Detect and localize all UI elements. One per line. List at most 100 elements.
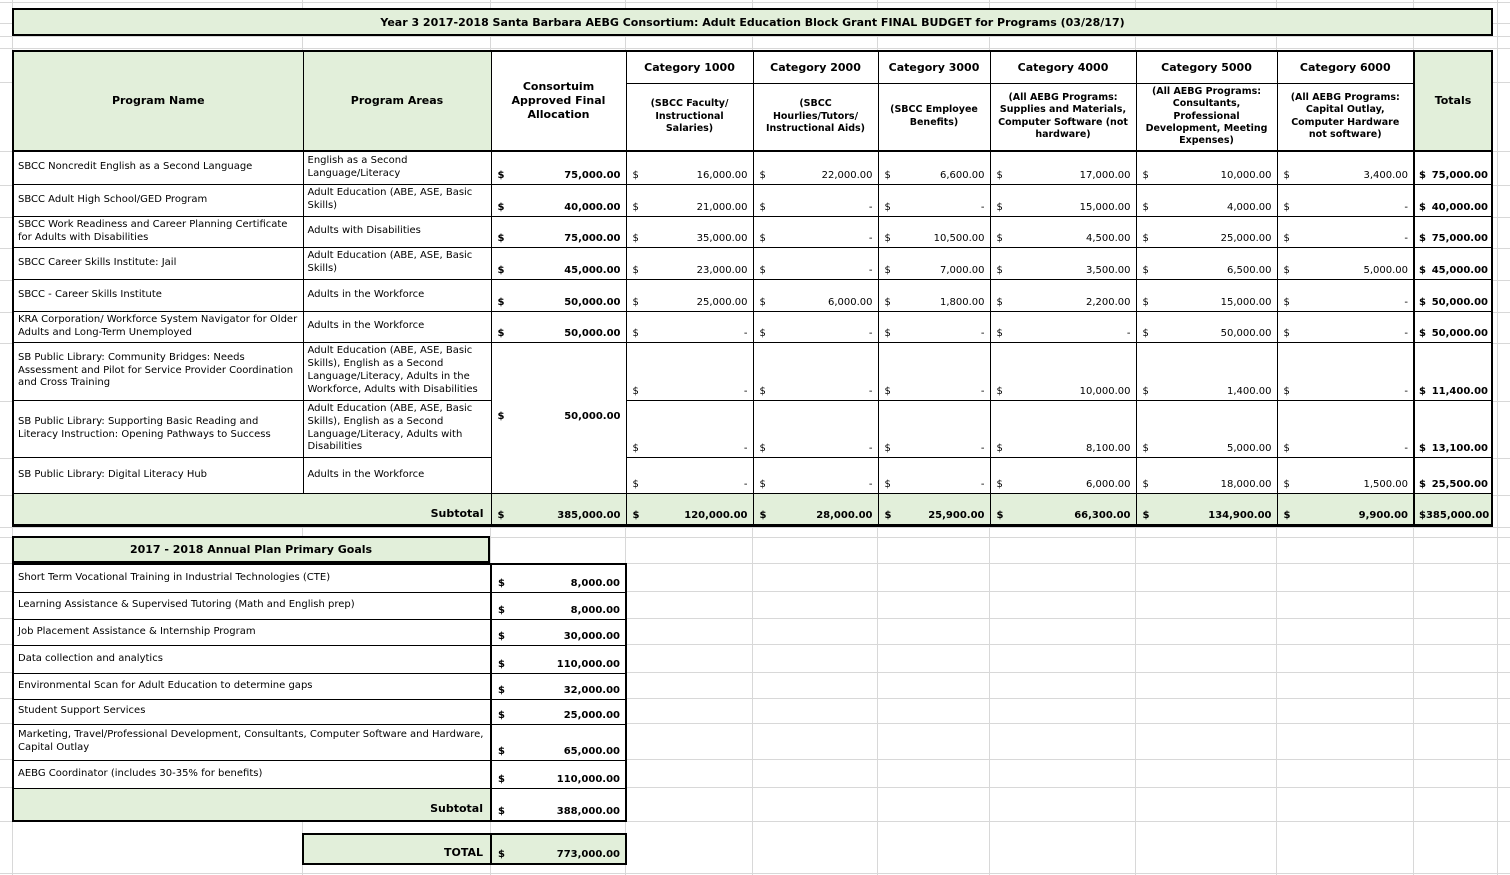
goals-subtotal-row: Subtotal $388,000.00 — [13, 788, 626, 821]
row-total-cell: $25,500.00 — [1414, 457, 1492, 493]
currency-symbol: $ — [760, 386, 766, 397]
category-2000-cell: $- — [753, 400, 878, 457]
category-1000-cell: $16,000.00 — [626, 151, 753, 184]
program-name-cell: SBCC Career Skills Institute: Jail — [13, 247, 303, 279]
grand-total-amount-cell: $773,000.00 — [491, 834, 626, 864]
currency-symbol: $ — [498, 297, 505, 308]
col-header-category-5000: Category 5000 — [1136, 51, 1277, 83]
program-areas-cell: Adult Education (ABE, ASE, Basic Skills) — [303, 184, 491, 216]
goal-label-cell: Short Term Vocational Training in Indust… — [13, 564, 491, 592]
category-2000-cell: $- — [753, 216, 878, 247]
program-areas-cell: Adults with Disabilities — [303, 216, 491, 247]
category-6000-cell: $1,500.00 — [1277, 457, 1414, 493]
table-row: SB Public Library: Supporting Basic Read… — [13, 400, 1492, 457]
category-5000-cell: $6,500.00 — [1136, 247, 1277, 279]
category-6000-cell: $- — [1277, 342, 1414, 400]
col-header-program-areas: Program Areas — [303, 51, 491, 151]
row-total-cell: $75,000.00 — [1414, 216, 1492, 247]
category-2000-cell: $- — [753, 247, 878, 279]
currency-symbol: $ — [1284, 479, 1290, 490]
category-6000-cell: $- — [1277, 184, 1414, 216]
category-1000-cell: $- — [626, 342, 753, 400]
currency-symbol: $ — [1143, 479, 1149, 490]
currency-symbol: $ — [760, 297, 766, 308]
goal-label-cell: AEBG Coordinator (includes 30-35% for be… — [13, 760, 491, 788]
goal-amount-cell: $32,000.00 — [491, 673, 626, 699]
currency-symbol: $ — [633, 443, 639, 454]
currency-symbol: $ — [1419, 170, 1426, 181]
currency-symbol: $ — [760, 479, 766, 490]
category-2000-cell: $22,000.00 — [753, 151, 878, 184]
category-3000-cell: $- — [878, 184, 990, 216]
grand-total-box: TOTAL $773,000.00 — [302, 833, 627, 865]
category-4000-cell: $15,000.00 — [990, 184, 1136, 216]
allocation-cell: $75,000.00 — [491, 216, 626, 247]
allocation-cell: $40,000.00 — [491, 184, 626, 216]
currency-symbol: $ — [633, 202, 639, 213]
table-row: SBCC Adult High School/GED Program Adult… — [13, 184, 1492, 216]
currency-symbol: $ — [1284, 297, 1290, 308]
currency-symbol: $ — [1284, 233, 1290, 244]
row-total-cell: $13,100.00 — [1414, 400, 1492, 457]
currency-symbol: $ — [1419, 265, 1426, 276]
currency-symbol: $ — [498, 685, 505, 696]
currency-symbol: $ — [885, 443, 891, 454]
goal-label-cell: Environmental Scan for Adult Education t… — [13, 673, 491, 699]
category-3000-cell: $6,600.00 — [878, 151, 990, 184]
category-5000-cell: $18,000.00 — [1136, 457, 1277, 493]
row-total-cell: $11,400.00 — [1414, 342, 1492, 400]
program-areas-cell: Adults in the Workforce — [303, 279, 491, 311]
category-3000-cell: $10,500.00 — [878, 216, 990, 247]
program-areas-cell: English as a Second Language/Literacy — [303, 151, 491, 184]
currency-symbol: $ — [885, 510, 892, 521]
goals-table: Short Term Vocational Training in Indust… — [12, 563, 627, 822]
currency-symbol: $ — [885, 170, 891, 181]
goal-label-cell: Student Support Services — [13, 699, 491, 724]
gridline — [1497, 0, 1498, 875]
gridline — [0, 2, 1510, 3]
table-row: SBCC - Career Skills Institute Adults in… — [13, 279, 1492, 311]
currency-symbol: $ — [997, 386, 1003, 397]
gridline — [0, 48, 1510, 49]
currency-symbol: $ — [997, 443, 1003, 454]
table-row: SBCC Career Skills Institute: Jail Adult… — [13, 247, 1492, 279]
allocation-cell: $50,000.00 — [491, 311, 626, 342]
currency-symbol: $ — [997, 202, 1003, 213]
category-2000-cell: $- — [753, 311, 878, 342]
currency-symbol: $ — [885, 265, 891, 276]
allocation-merged-cell: $50,000.00 — [491, 342, 626, 493]
currency-symbol: $ — [885, 233, 891, 244]
allocation-cell: $50,000.00 — [491, 279, 626, 311]
goal-row: Learning Assistance & Supervised Tutorin… — [13, 592, 626, 619]
category-3000-cell: $- — [878, 311, 990, 342]
category-2000-cell: $- — [753, 184, 878, 216]
currency-symbol: $ — [633, 233, 639, 244]
currency-symbol: $ — [760, 510, 767, 521]
category-6000-cell: $3,400.00 — [1277, 151, 1414, 184]
currency-symbol: $ — [1143, 202, 1149, 213]
currency-symbol: $ — [1419, 328, 1426, 339]
row-total-cell: $75,000.00 — [1414, 151, 1492, 184]
table-row: SB Public Library: Digital Literacy Hub … — [13, 457, 1492, 493]
currency-symbol: $ — [1419, 386, 1426, 397]
table-row: KRA Corporation/ Workforce System Naviga… — [13, 311, 1492, 342]
currency-symbol: $ — [885, 202, 891, 213]
category-6000-cell: $- — [1277, 400, 1414, 457]
currency-symbol: $ — [997, 297, 1003, 308]
row-total-cell: $50,000.00 — [1414, 311, 1492, 342]
category-5000-cell: $5,000.00 — [1136, 400, 1277, 457]
goal-row: Job Placement Assistance & Internship Pr… — [13, 619, 626, 645]
budget-table: Program Name Program Areas Consortuim Ap… — [12, 50, 1493, 527]
subtotal-row: Subtotal $385,000.00 $120,000.00 $28,000… — [13, 493, 1492, 525]
currency-symbol: $ — [498, 233, 505, 244]
currency-symbol: $ — [498, 411, 505, 422]
currency-symbol: $ — [1143, 328, 1149, 339]
currency-symbol: $ — [1419, 233, 1426, 244]
currency-symbol: $ — [633, 479, 639, 490]
currency-symbol: $ — [633, 265, 639, 276]
currency-symbol: $ — [633, 297, 639, 308]
category-3000-cell: $- — [878, 457, 990, 493]
currency-symbol: $ — [1284, 202, 1290, 213]
goals-table-header: 2017 - 2018 Annual Plan Primary Goals — [12, 536, 490, 563]
table-row: SBCC Noncredit English as a Second Langu… — [13, 151, 1492, 184]
